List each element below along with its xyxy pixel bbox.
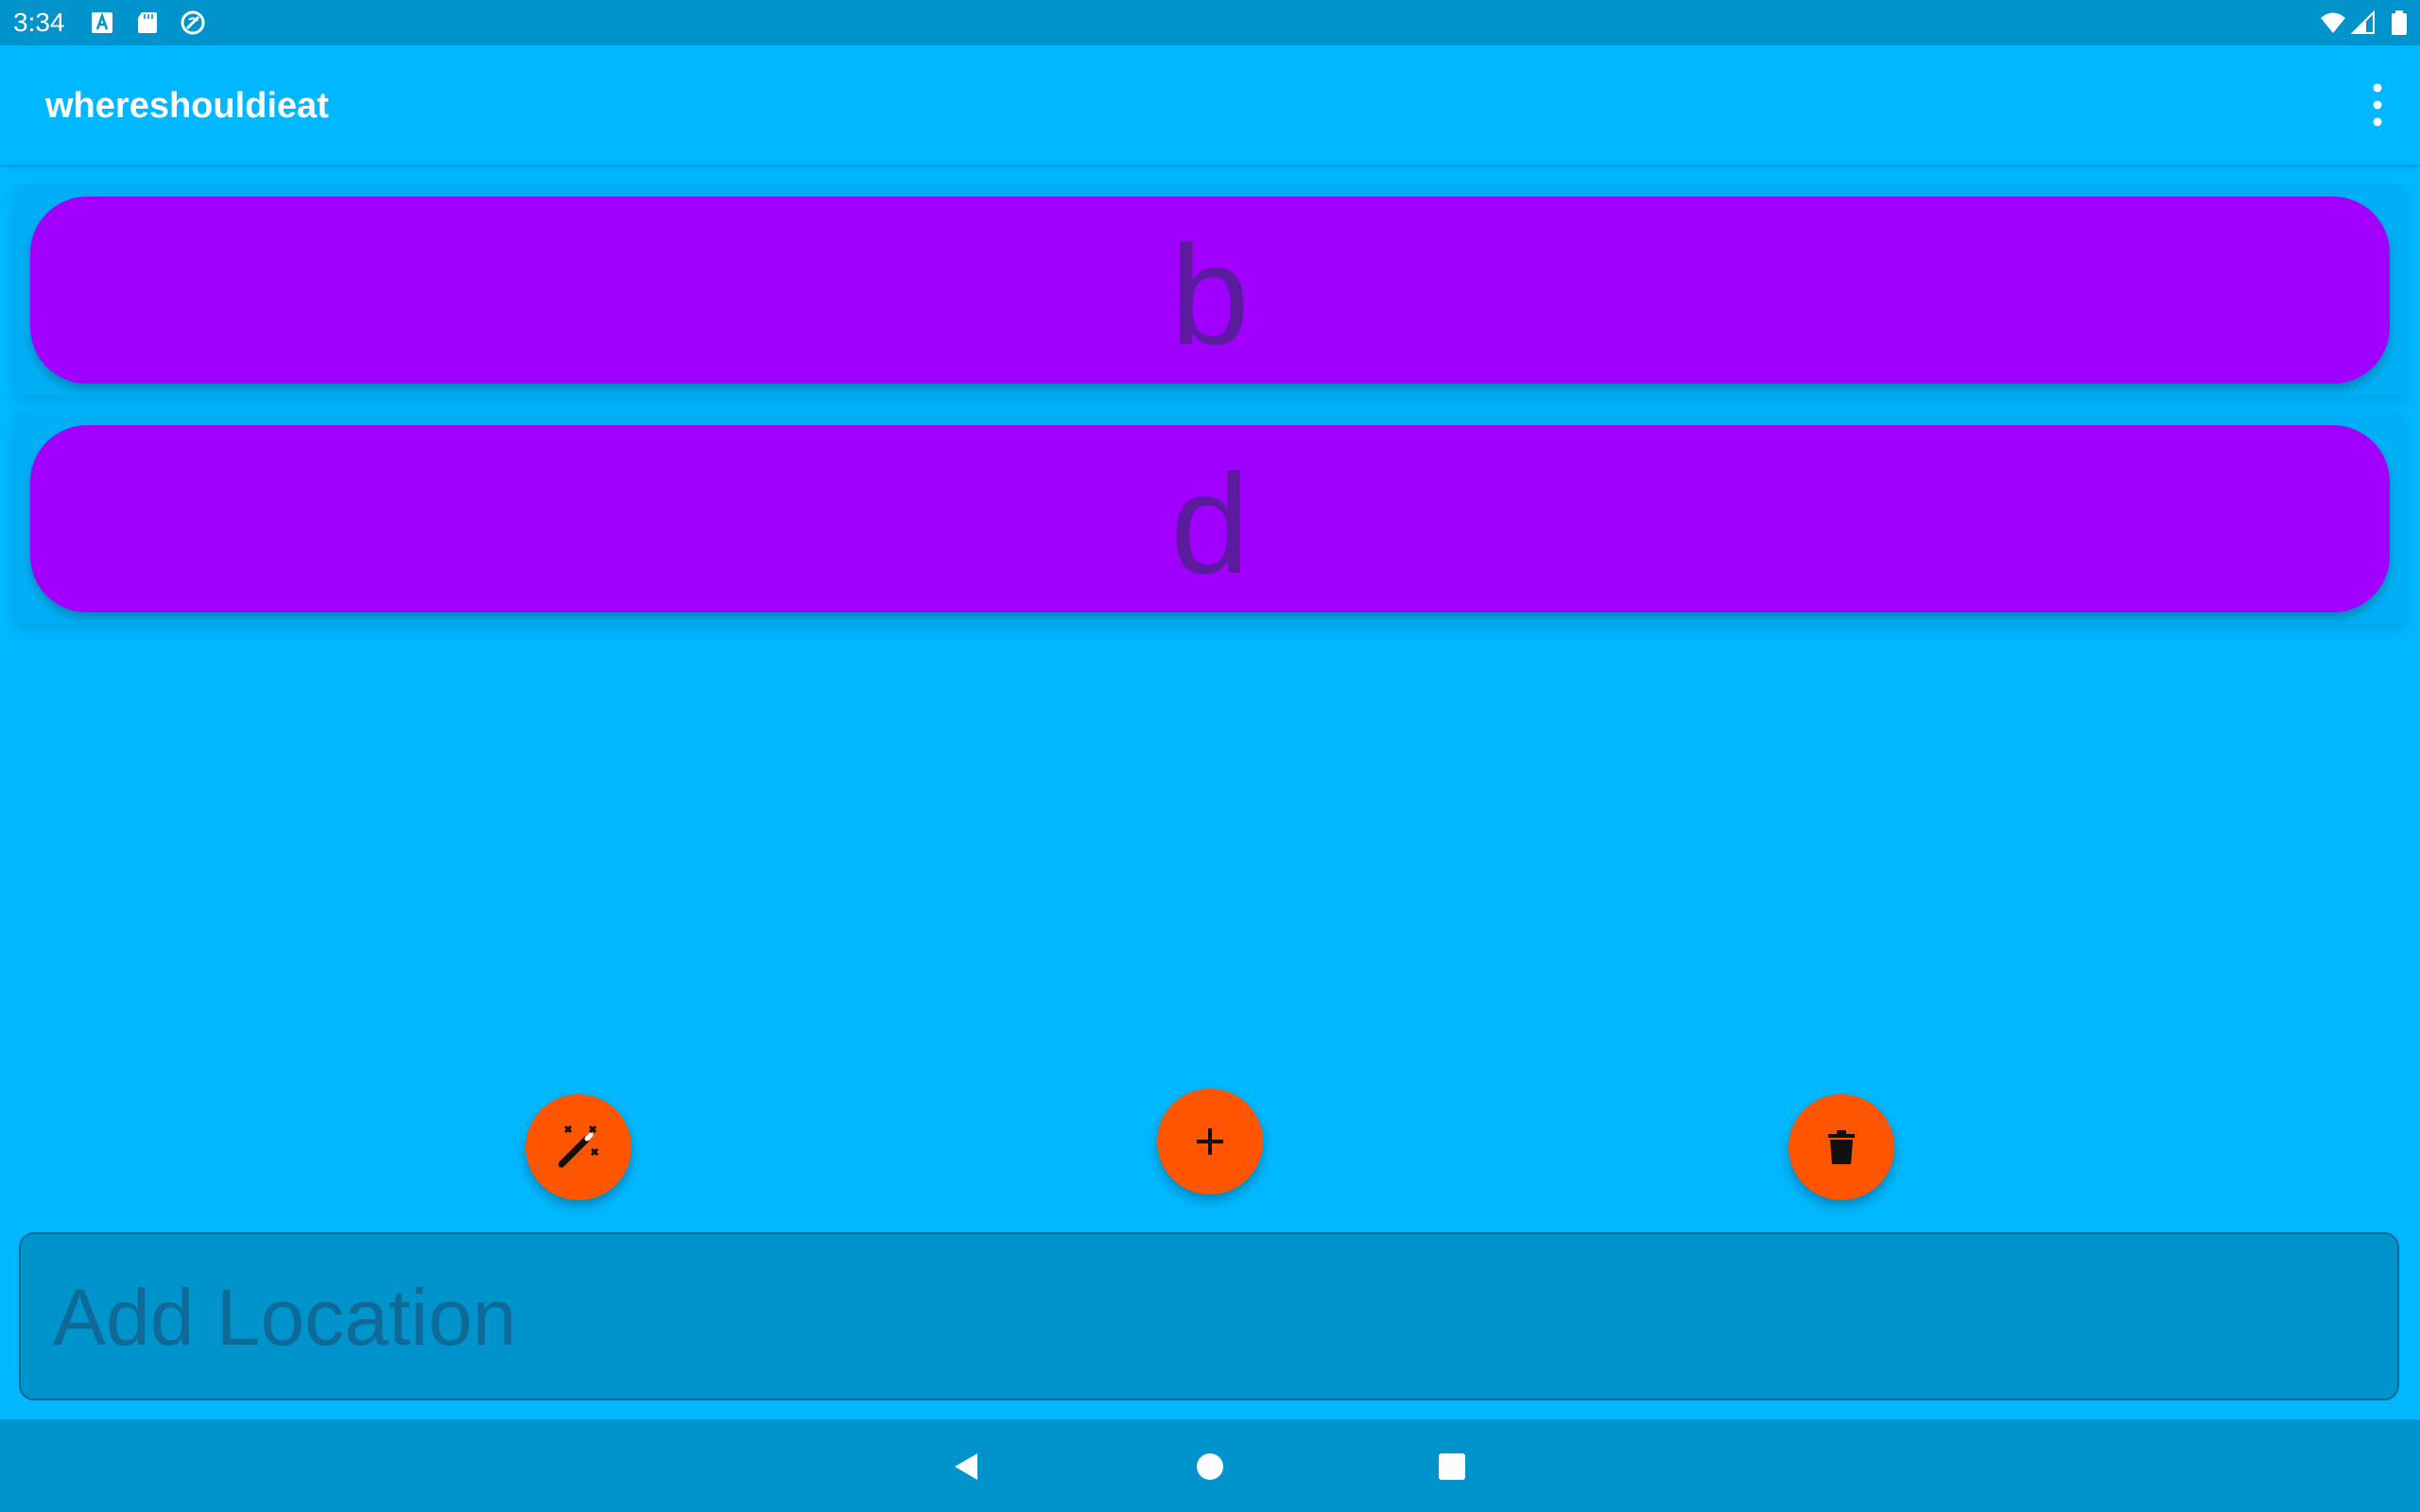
delete-location-button[interactable] bbox=[1789, 1094, 1894, 1200]
location-label: d bbox=[1170, 444, 1250, 603]
app-title: whereshouldieat bbox=[45, 86, 329, 126]
add-location-input[interactable] bbox=[51, 1234, 2361, 1400]
location-button[interactable]: d bbox=[30, 425, 2390, 612]
navigation-bar bbox=[0, 1419, 2420, 1512]
recents-square-icon bbox=[1439, 1453, 1465, 1480]
back-button[interactable] bbox=[940, 1440, 993, 1493]
a-letter-icon bbox=[92, 12, 112, 33]
wifi-icon bbox=[2321, 12, 2345, 33]
location-list: b d bbox=[15, 185, 2405, 627]
back-triangle-icon bbox=[955, 1453, 977, 1480]
random-pick-button[interactable] bbox=[526, 1094, 631, 1200]
sd-card-icon bbox=[138, 12, 157, 33]
status-bar: 3:34 bbox=[0, 0, 2420, 45]
plus-icon bbox=[1197, 1128, 1223, 1155]
add-location-field bbox=[19, 1232, 2399, 1400]
battery-icon bbox=[2392, 10, 2407, 35]
overflow-menu-button[interactable] bbox=[2360, 74, 2420, 134]
sync-blocked-icon bbox=[181, 10, 205, 35]
location-label: b bbox=[1170, 215, 1250, 374]
magic-wand-icon bbox=[558, 1125, 599, 1168]
add-location-button[interactable] bbox=[1157, 1089, 1263, 1194]
home-circle-icon bbox=[1197, 1453, 1223, 1480]
home-button[interactable] bbox=[1184, 1440, 1236, 1493]
location-button[interactable]: b bbox=[30, 197, 2390, 384]
app-bar: whereshouldieat bbox=[0, 45, 2420, 164]
list-item: b bbox=[15, 185, 2405, 395]
recents-button[interactable] bbox=[1426, 1440, 1478, 1493]
list-item: d bbox=[15, 414, 2405, 624]
status-time: 3:34 bbox=[13, 8, 65, 37]
more-vert-icon bbox=[2373, 83, 2382, 127]
trash-icon bbox=[1828, 1130, 1855, 1164]
cell-signal-icon bbox=[2350, 9, 2375, 34]
